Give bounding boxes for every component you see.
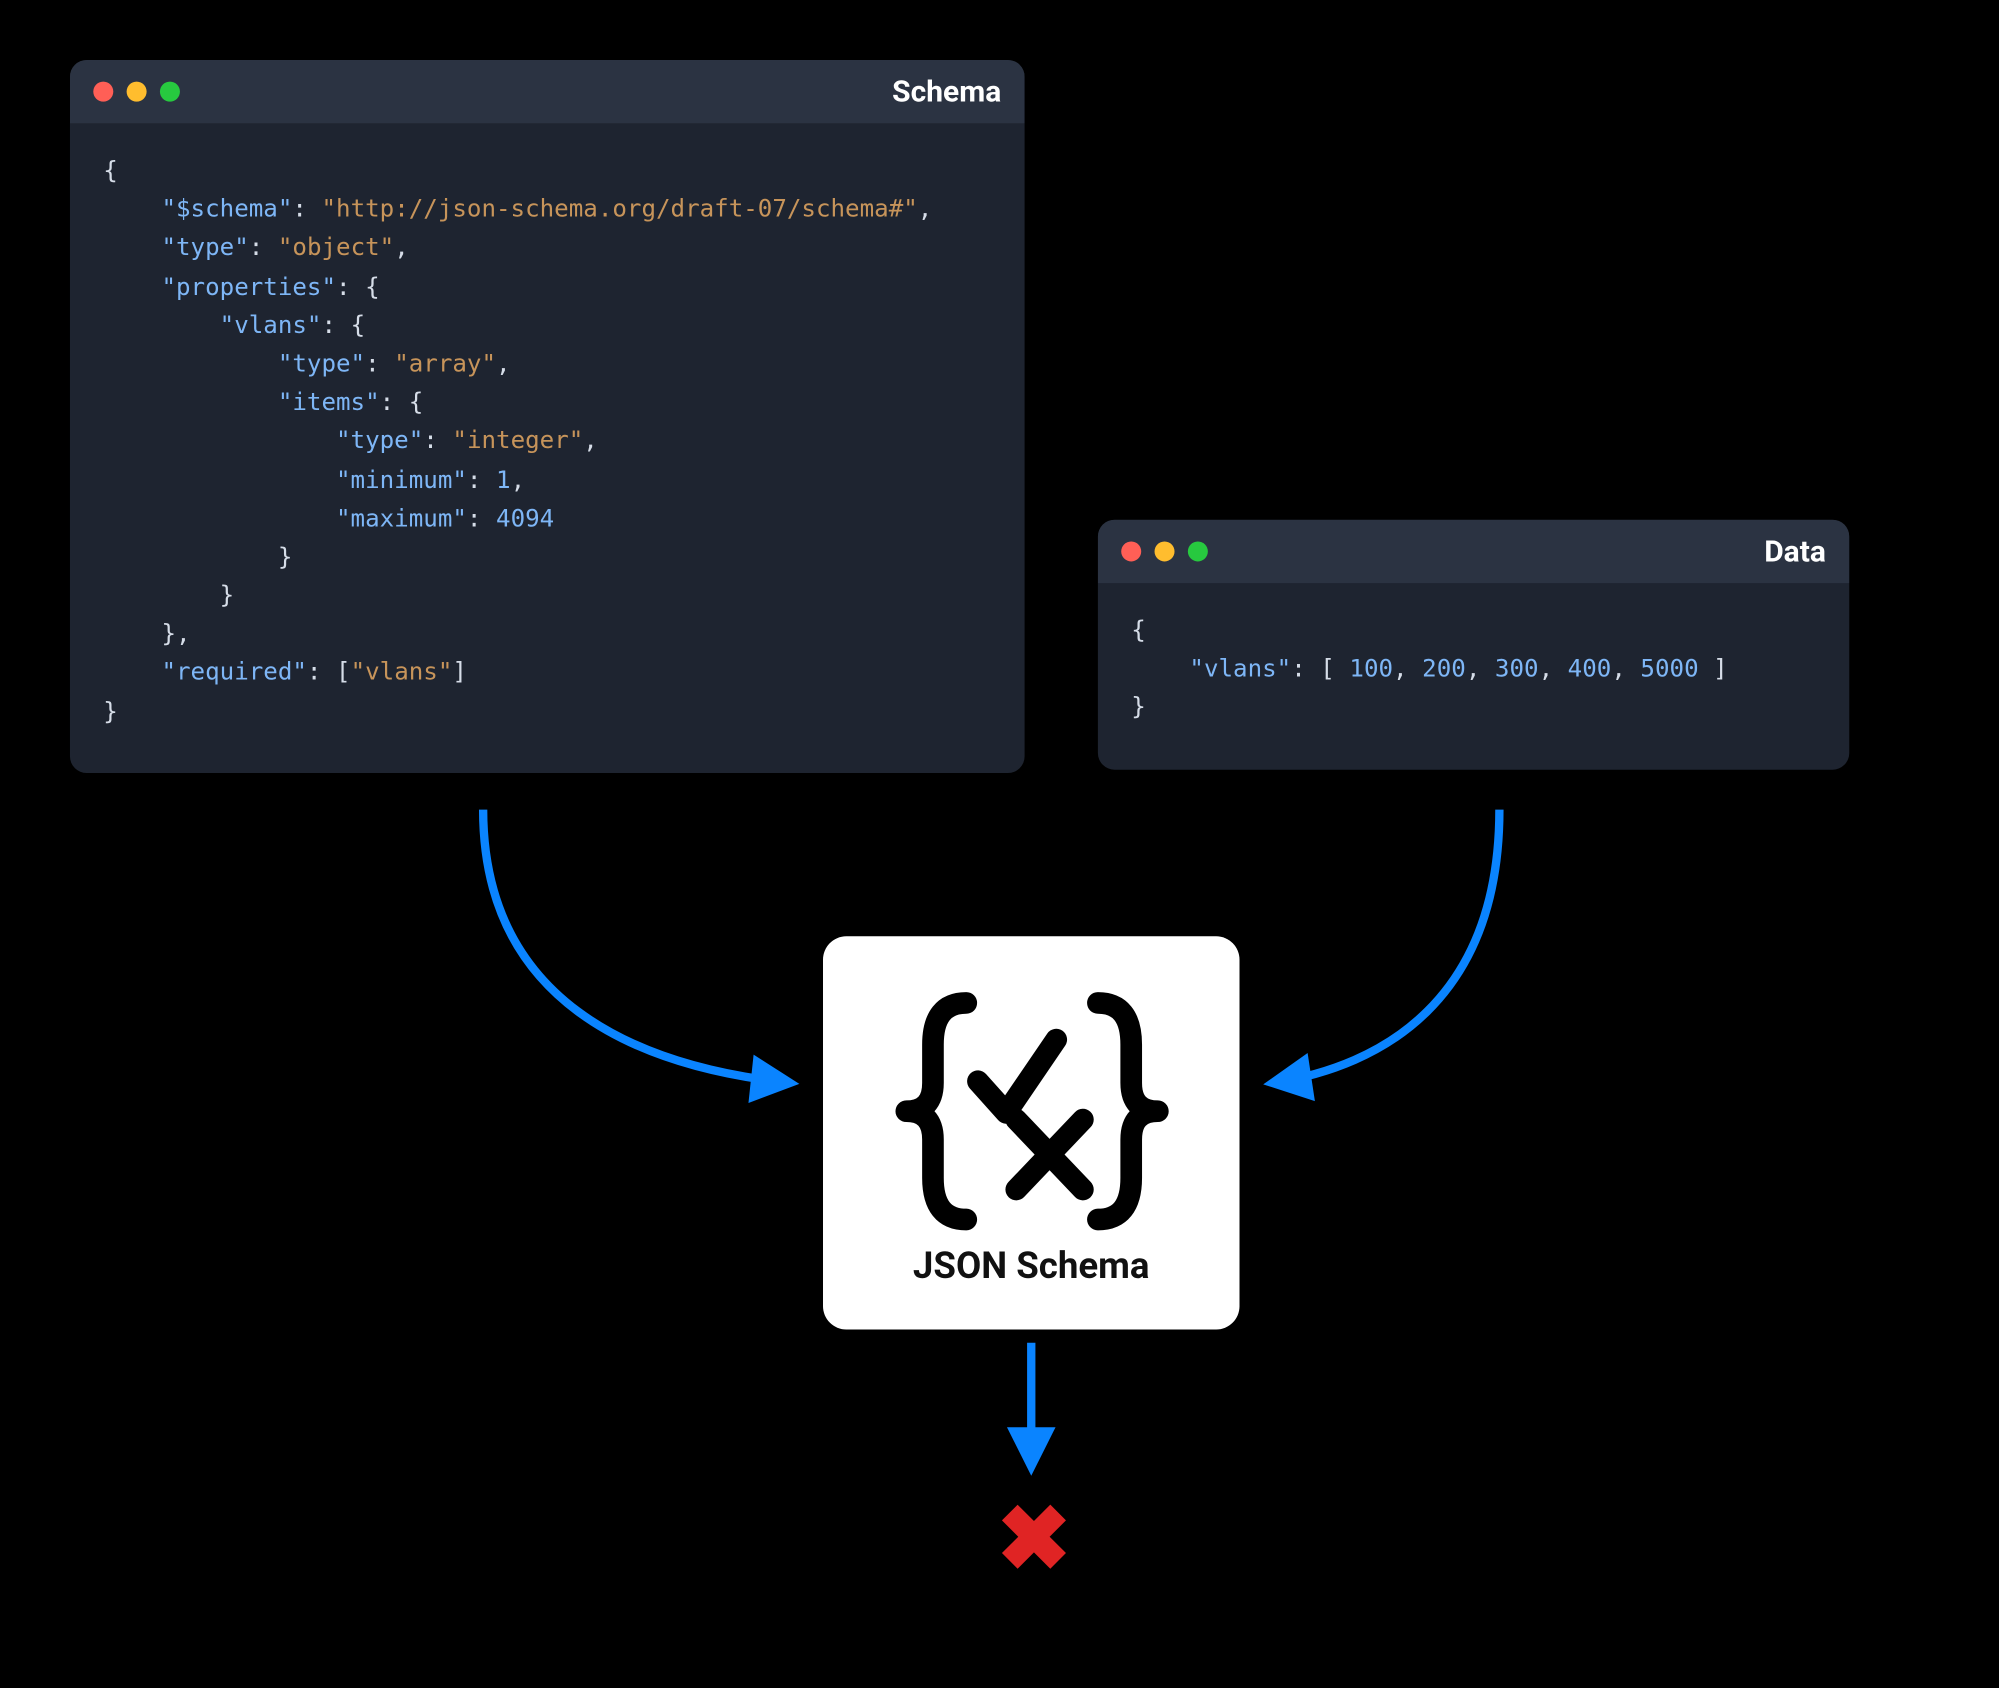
data-window-title: Data: [1764, 534, 1826, 569]
zoom-icon: [160, 82, 180, 102]
json-schema-icon: [885, 985, 1177, 1235]
traffic-lights: [93, 82, 180, 102]
traffic-lights: [1121, 541, 1208, 561]
validation-fail-icon: ✖: [996, 1496, 1071, 1586]
zoom-icon: [1188, 541, 1208, 561]
close-icon: [1121, 541, 1141, 561]
close-icon: [93, 82, 113, 102]
json-schema-label: JSON Schema: [913, 1245, 1150, 1287]
json-schema-validator: JSON Schema: [823, 936, 1240, 1329]
schema-window-titlebar: Schema: [70, 60, 1025, 123]
schema-code: { "$schema": "http://json-schema.org/dra…: [70, 123, 1025, 772]
arrow-data-to-validator: [1273, 810, 1500, 1083]
data-code: { "vlans": [ 100, 200, 300, 400, 5000 ] …: [1098, 583, 1849, 769]
schema-window: Schema { "$schema": "http://json-schema.…: [70, 60, 1025, 773]
arrow-schema-to-validator: [483, 810, 790, 1083]
data-window-titlebar: Data: [1098, 520, 1849, 583]
data-window: Data { "vlans": [ 100, 200, 300, 400, 50…: [1098, 520, 1849, 769]
schema-window-title: Schema: [892, 74, 1001, 109]
minimize-icon: [1155, 541, 1175, 561]
minimize-icon: [127, 82, 147, 102]
